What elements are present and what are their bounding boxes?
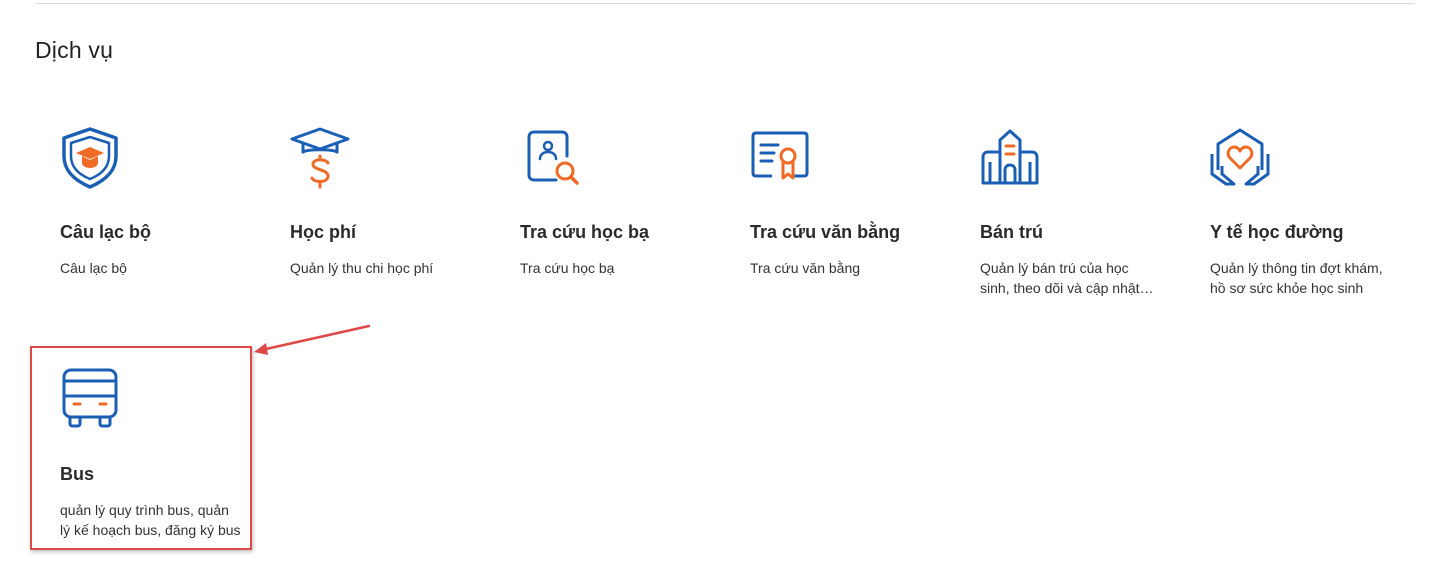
service-title: Học phí [290, 222, 356, 242]
bus-icon [60, 368, 124, 432]
service-description: Câu lạc bộ [60, 260, 127, 276]
shield-graduation-cap-icon [60, 126, 124, 190]
service-card-certificate[interactable]: Tra cứu văn bằng Tra cứu văn bằng [750, 126, 940, 286]
service-description: Quản lý thu chi học phí [290, 260, 434, 276]
service-card-club[interactable]: Câu lạc bộ Câu lạc bộ [60, 126, 250, 286]
service-card-school-health[interactable]: Y tế học đường Quản lý thông tin đợt khá… [1210, 126, 1400, 306]
service-title: Bán trú [980, 222, 1043, 242]
service-title: Y tế học đường [1210, 222, 1344, 242]
service-title: Bus [60, 464, 95, 484]
service-description: Tra cứu văn bằng [750, 260, 861, 276]
service-card-boarding[interactable]: Bán trú Quản lý bán trú của học sinh, th… [980, 126, 1170, 306]
heart-care-icon [1210, 126, 1274, 190]
service-title: Tra cứu học bạ [520, 222, 650, 242]
service-title: Câu lạc bộ [60, 222, 152, 242]
service-card-bus[interactable]: Bus quản lý quy trình bus, quản lý kế ho… [60, 368, 250, 548]
service-title: Tra cứu văn bằng [750, 222, 901, 242]
graduation-cap-dollar-icon [290, 126, 354, 190]
service-card-student-record[interactable]: Tra cứu học bạ Tra cứu học bạ [520, 126, 710, 286]
top-divider [35, 3, 1415, 4]
certificate-icon [750, 126, 814, 190]
section-title: Dịch vụ [35, 37, 114, 63]
service-description: quản lý quy trình bus, quản lý kế hoạch … [60, 502, 241, 538]
service-card-tuition[interactable]: Học phí Quản lý thu chi học phí [290, 126, 480, 286]
school-building-icon [980, 126, 1044, 190]
service-description: Tra cứu học bạ [520, 260, 615, 276]
student-record-search-icon [520, 126, 584, 190]
service-description: Quản lý bán trú của học sinh, theo dõi v… [980, 260, 1140, 296]
service-description: Quản lý thông tin đợt khám, hồ sơ sức kh… [1210, 260, 1383, 296]
